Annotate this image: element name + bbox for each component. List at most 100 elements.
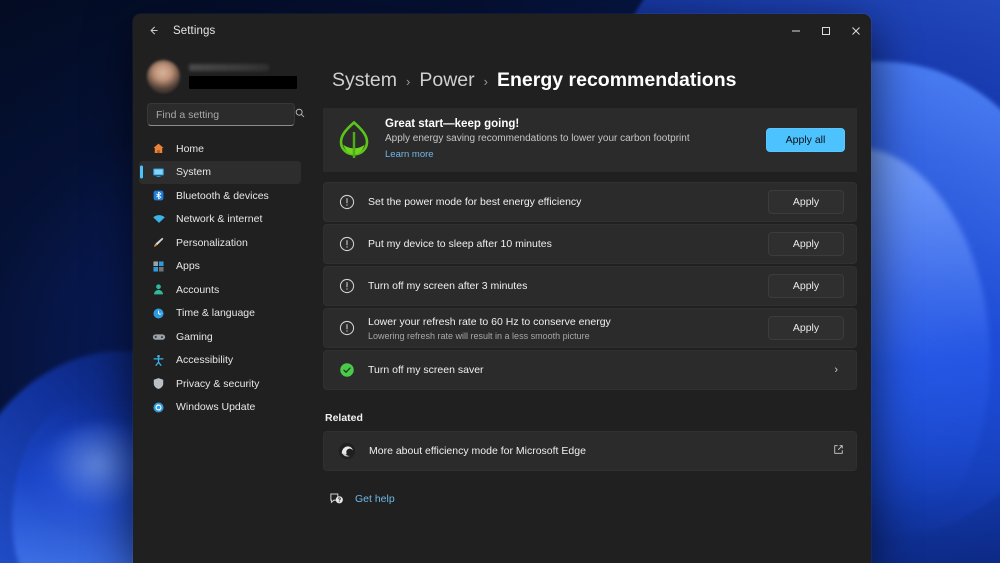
sidebar-item-home[interactable]: Home — [139, 137, 301, 160]
person-icon — [151, 282, 166, 297]
page-title: Energy recommendations — [496, 69, 737, 91]
related-link-label: More about efficiency mode for Microsoft… — [369, 445, 586, 457]
exclamation-circle-icon — [338, 320, 355, 337]
energy-summary-banner: Great start—keep going! Apply energy sav… — [323, 108, 857, 172]
sidebar-item-personalization[interactable]: Personalization — [139, 231, 301, 254]
sidebar-item-label: Home — [176, 142, 205, 155]
recommendation-row: Lower your refresh rate to 60 Hz to cons… — [323, 308, 857, 348]
window-body: Home System Bluetooth & devices — [133, 47, 871, 563]
breadcrumb-power[interactable]: Power — [419, 69, 474, 92]
sidebar-item-windows-update[interactable]: Windows Update — [139, 396, 301, 419]
recommendation-row-applied[interactable]: Turn off my screen saver › — [323, 350, 857, 390]
minimize-button[interactable] — [781, 14, 811, 47]
settings-window: Settings Find a setting Home System Blue… — [133, 14, 871, 563]
recommendation-row: Set the power mode for best energy effic… — [323, 182, 857, 222]
main-content: System › Power › Energy recommendations — [309, 47, 871, 563]
sidebar-item-time-language[interactable]: Time & language — [139, 302, 301, 325]
related-link-row[interactable]: More about efficiency mode for Microsoft… — [323, 431, 857, 471]
breadcrumb-separator: › — [483, 74, 488, 89]
recommendation-title: Turn off my screen saver — [368, 363, 484, 376]
maximize-button[interactable] — [811, 14, 841, 47]
recommendation-title: Set the power mode for best energy effic… — [368, 195, 582, 208]
sidebar-item-label: System — [176, 166, 212, 178]
sidebar-item-accounts[interactable]: Accounts — [139, 278, 301, 301]
sidebar-nav: Home System Bluetooth & devices Network … — [133, 137, 309, 419]
apply-all-button[interactable]: Apply all — [766, 128, 845, 152]
sidebar-item-label: Time & language — [176, 307, 255, 319]
recommendation-text: Put my device to sleep after 10 minutes — [368, 231, 768, 257]
exclamation-circle-icon — [338, 194, 355, 211]
exclamation-circle-icon — [338, 278, 355, 295]
exclamation-circle-icon — [338, 236, 355, 253]
recommendation-row: Turn off my screen after 3 minutes Apply — [323, 266, 857, 306]
accessibility-person-icon — [151, 353, 166, 368]
breadcrumb: System › Power › Energy recommendations — [332, 69, 857, 92]
sidebar-item-label: Bluetooth & devices — [176, 189, 269, 202]
sidebar-item-accessibility[interactable]: Accessibility — [139, 349, 301, 372]
back-arrow-icon[interactable] — [138, 19, 168, 43]
sidebar-item-label: Privacy & security — [176, 377, 260, 390]
sidebar-item-bluetooth-devices[interactable]: Bluetooth & devices — [139, 184, 301, 207]
green-leaf-icon — [337, 120, 371, 160]
sidebar-item-network-internet[interactable]: Network & internet — [139, 208, 301, 231]
chevron-right-icon[interactable]: › — [828, 364, 844, 376]
sidebar-item-label: Personalization — [176, 236, 248, 249]
sidebar-item-privacy-security[interactable]: Privacy & security — [139, 372, 301, 395]
banner-text: Great start—keep going! Apply energy sav… — [385, 118, 766, 162]
recommendation-text: Turn off my screen after 3 minutes — [368, 273, 768, 299]
home-icon — [151, 141, 166, 156]
close-button[interactable] — [841, 14, 871, 47]
desktop-background: Settings Find a setting Home System Blue… — [0, 0, 1000, 563]
shield-icon — [151, 376, 166, 391]
apply-button[interactable]: Apply — [768, 190, 844, 214]
paintbrush-icon — [151, 235, 166, 250]
account-text — [189, 63, 297, 89]
search-input[interactable] — [156, 108, 291, 121]
account-block[interactable] — [133, 47, 309, 103]
sidebar-item-label: Apps — [176, 260, 200, 272]
help-question-icon — [329, 491, 344, 506]
gamepad-icon — [151, 329, 166, 344]
apply-button[interactable]: Apply — [768, 316, 844, 340]
wifi-icon — [151, 212, 166, 227]
microsoft-edge-icon — [338, 442, 356, 460]
window-controls — [781, 14, 871, 47]
recommendation-title: Lower your refresh rate to 60 Hz to cons… — [368, 316, 611, 329]
recommendation-title: Put my device to sleep after 10 minutes — [368, 237, 552, 250]
update-refresh-icon — [151, 400, 166, 415]
search-icon[interactable] — [295, 108, 305, 121]
sidebar-item-label: Accounts — [176, 283, 220, 296]
search-wrapper — [133, 103, 309, 128]
breadcrumb-system[interactable]: System — [332, 69, 397, 92]
search-box[interactable] — [147, 103, 305, 126]
sidebar-item-label: Gaming — [176, 330, 213, 343]
sidebar-item-label: Accessibility — [176, 354, 234, 366]
get-help-label[interactable]: Get help — [355, 493, 395, 505]
sidebar-item-gaming[interactable]: Gaming — [139, 325, 301, 348]
recommendation-text: Turn off my screen saver — [368, 357, 828, 383]
recommendation-subtitle: Lowering refresh rate will result in a l… — [368, 330, 590, 341]
clock-globe-icon — [151, 306, 166, 321]
get-help-row[interactable]: Get help — [329, 491, 857, 506]
apply-button[interactable]: Apply — [768, 274, 844, 298]
window-title: Settings — [173, 24, 216, 37]
sidebar-item-label: Network & internet — [176, 213, 263, 225]
apply-button[interactable]: Apply — [768, 232, 844, 256]
sidebar-item-label: Windows Update — [176, 401, 256, 413]
system-monitor-icon — [151, 165, 166, 180]
account-name-redacted — [189, 63, 269, 71]
external-link-icon[interactable] — [833, 444, 844, 458]
recommendation-text: Lower your refresh rate to 60 Hz to cons… — [368, 309, 768, 346]
recommendation-title: Turn off my screen after 3 minutes — [368, 279, 528, 292]
sidebar-item-system[interactable]: System — [139, 160, 301, 184]
bluetooth-icon — [151, 188, 166, 203]
recommendation-text: Set the power mode for best energy effic… — [368, 189, 768, 215]
breadcrumb-separator: › — [406, 74, 411, 89]
learn-more-link[interactable]: Learn more — [385, 149, 434, 160]
avatar — [147, 59, 180, 93]
sidebar-item-apps[interactable]: Apps — [139, 255, 301, 278]
account-email-redacted — [189, 75, 297, 89]
banner-subtitle: Apply energy saving recommendations to l… — [385, 133, 690, 144]
banner-title: Great start—keep going! — [385, 118, 520, 130]
related-section-label: Related — [325, 412, 363, 424]
